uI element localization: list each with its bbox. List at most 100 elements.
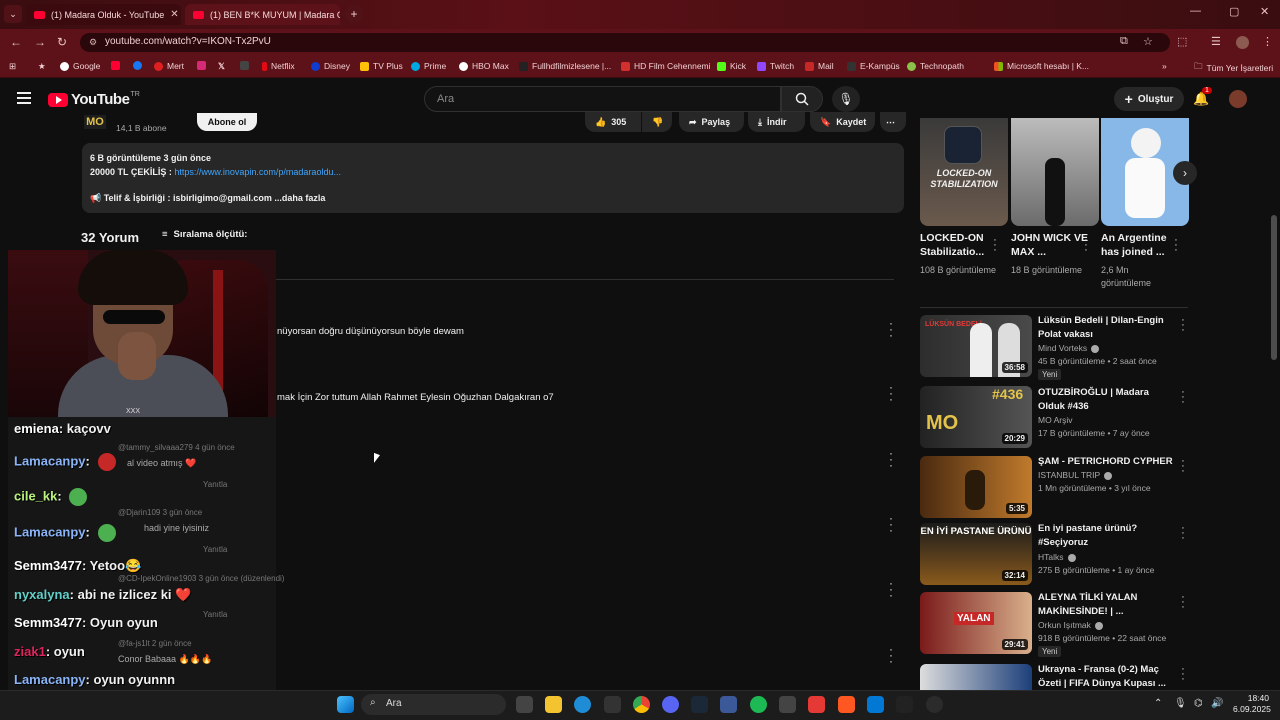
reply-button[interactable]: Yanıtla bbox=[203, 480, 227, 489]
bookmark-youtube[interactable] bbox=[111, 61, 124, 70]
bookmark-star-icon[interactable]: ☆ bbox=[1143, 35, 1153, 48]
video-title[interactable]: OTUZBİROĞLU | Madara Olduk #436 bbox=[1038, 386, 1176, 413]
dislike-button[interactable]: 👎 bbox=[642, 112, 672, 132]
like-button[interactable]: 👍 305 bbox=[585, 112, 641, 132]
tab-search-button[interactable]: ⌄ bbox=[4, 5, 22, 23]
subscribe-button[interactable]: Abone ol bbox=[197, 113, 257, 131]
bookmark-hdfilm[interactable]: HD Film Cehennemi bbox=[621, 61, 711, 71]
youtube-logo[interactable]: YouTube TR bbox=[48, 91, 140, 108]
video-menu-icon[interactable]: · · · bbox=[1180, 592, 1186, 613]
short-menu-icon[interactable]: · · · bbox=[992, 235, 998, 256]
profile-icon[interactable] bbox=[1236, 36, 1249, 49]
more-actions-button[interactable]: ⋯ bbox=[880, 112, 906, 132]
reading-list-icon[interactable]: ☰ bbox=[1211, 35, 1221, 48]
minimize-icon[interactable]: — bbox=[1190, 5, 1201, 17]
menu-dots-icon[interactable]: ⋮ bbox=[1262, 35, 1273, 48]
bookmark-twitch[interactable]: Twitch bbox=[757, 61, 794, 71]
bookmark-mert[interactable]: Mert bbox=[154, 61, 184, 71]
chrome-icon[interactable] bbox=[633, 696, 650, 713]
steam-icon[interactable] bbox=[691, 696, 708, 713]
address-bar[interactable]: ⚙ youtube.com/watch?v=IKON-Tx2PvU bbox=[80, 33, 1170, 52]
bookmark-kick[interactable]: Kick bbox=[717, 61, 746, 71]
file-explorer-icon[interactable] bbox=[545, 696, 562, 713]
browser-tab-2-active[interactable]: (1) BEN B*K MUYUM | Madara O ✕ bbox=[185, 4, 340, 25]
bookmark-facebook[interactable] bbox=[133, 61, 146, 70]
bookmark-microsoft[interactable]: Microsoft hesabı | K... bbox=[994, 61, 1089, 71]
search-input[interactable]: Ara bbox=[424, 86, 781, 112]
bookmark-item[interactable] bbox=[240, 61, 253, 70]
site-info-icon[interactable]: ⚙ bbox=[89, 37, 97, 48]
bookmark-mail[interactable]: Mail bbox=[805, 61, 834, 71]
shorts-next-icon[interactable]: › bbox=[1173, 161, 1197, 185]
reload-icon[interactable]: ↻ bbox=[57, 35, 67, 49]
create-button[interactable]: + Oluştur bbox=[1114, 87, 1184, 111]
video-description[interactable]: 6 B görüntüleme 3 gün önce 20000 TL ÇEKİ… bbox=[82, 143, 904, 213]
maximize-icon[interactable]: ▢ bbox=[1229, 5, 1239, 18]
windows-start-icon[interactable] bbox=[337, 696, 354, 713]
video-channel[interactable]: HTalks bbox=[1038, 552, 1076, 562]
bookmark-google[interactable]: Google bbox=[60, 61, 100, 71]
reply-button[interactable]: Yanıtla bbox=[203, 610, 227, 619]
short-menu-icon[interactable]: · · · bbox=[1173, 235, 1179, 256]
save-button[interactable]: 🔖 Kaydet bbox=[810, 112, 875, 132]
apps-grid-icon[interactable]: ⊞ bbox=[9, 61, 16, 72]
browser-tab-1[interactable]: (1) Madara Olduk - YouTube ✕ bbox=[26, 4, 181, 25]
bookmark-x[interactable]: 𝕏 bbox=[218, 61, 225, 72]
short-title[interactable]: JOHN WICK VE MAX ... bbox=[1011, 231, 1089, 259]
bookmark-tvplus[interactable]: TV Plus bbox=[360, 61, 403, 71]
spotify-icon[interactable] bbox=[750, 696, 767, 713]
star-bookmark-icon[interactable]: ★ bbox=[38, 61, 46, 72]
video-channel[interactable]: MO Arşiv bbox=[1038, 415, 1072, 425]
bookmark-ekampus[interactable]: E-Kampüs bbox=[847, 61, 900, 71]
obs-icon[interactable] bbox=[926, 696, 943, 713]
task-view-icon[interactable] bbox=[516, 696, 533, 713]
comment-menu-icon[interactable]: · · · bbox=[887, 447, 895, 471]
voice-search-icon[interactable]: 🎙 bbox=[832, 86, 860, 112]
video-title[interactable]: Ukrayna - Fransa (0-2) Maç Özeti | FIFA … bbox=[1038, 663, 1176, 690]
video-menu-icon[interactable]: · · · bbox=[1180, 523, 1186, 544]
tray-overflow-icon[interactable]: ⌃ bbox=[1154, 698, 1162, 709]
bookmark-disney[interactable]: Disney bbox=[311, 61, 350, 71]
notifications-bell-icon[interactable]: 🔔 1 bbox=[1193, 87, 1212, 107]
video-channel[interactable]: Orkun Işıtmak bbox=[1038, 620, 1103, 630]
bookmark-technopath[interactable]: Technopath bbox=[907, 61, 964, 71]
channel-avatar[interactable]: MO bbox=[84, 115, 106, 129]
comment-menu-icon[interactable]: · · · bbox=[887, 317, 895, 341]
short-title[interactable]: An Argentine has joined ... bbox=[1101, 231, 1179, 259]
giveaway-link[interactable]: https://www.inovapin.com/p/madaraoldu... bbox=[174, 167, 341, 177]
video-thumbnail[interactable]: LÜKSÜN BEDELİ 36:58 bbox=[920, 315, 1032, 377]
discord-icon[interactable] bbox=[662, 696, 679, 713]
bookmark-instagram[interactable] bbox=[197, 61, 210, 70]
comment-menu-icon[interactable]: · · · bbox=[887, 643, 895, 667]
video-title[interactable]: ALEYNA TİLKİ YALAN MAKİNESİNDE! | ... bbox=[1038, 591, 1176, 618]
volume-icon[interactable]: 🔊 bbox=[1211, 698, 1223, 709]
short-thumbnail[interactable] bbox=[1011, 118, 1099, 226]
search-button[interactable] bbox=[781, 86, 823, 112]
download-button[interactable]: ⤓ İndir bbox=[748, 112, 805, 132]
video-menu-icon[interactable]: · · · bbox=[1180, 456, 1186, 477]
sort-comments-button[interactable]: ≡ Sıralama ölçütü: bbox=[162, 229, 247, 240]
back-icon[interactable]: ← bbox=[10, 35, 22, 49]
microphone-icon[interactable]: 🎙 bbox=[1174, 698, 1187, 709]
taskbar-clock[interactable]: 18:40 6.09.2025 bbox=[1233, 693, 1271, 715]
video-channel[interactable]: ISTANBUL TRIP bbox=[1038, 470, 1113, 480]
app-icon[interactable] bbox=[720, 696, 737, 713]
app-icon[interactable] bbox=[838, 696, 855, 713]
video-menu-icon[interactable]: · · · bbox=[1180, 387, 1186, 408]
short-title[interactable]: LOCKED-ON Stabilizatio... bbox=[920, 231, 998, 259]
comment-menu-icon[interactable]: · · · bbox=[887, 381, 895, 405]
close-window-icon[interactable]: ✕ bbox=[1260, 5, 1269, 18]
hamburger-menu-icon[interactable] bbox=[17, 92, 31, 107]
bookmark-fullhd[interactable]: Fullhdfilmizlesene |... bbox=[519, 61, 611, 71]
video-menu-icon[interactable]: · · · bbox=[1180, 315, 1186, 336]
reply-button[interactable]: Yanıtla bbox=[203, 545, 227, 554]
install-app-icon[interactable]: ⧉ bbox=[1120, 35, 1128, 48]
video-channel[interactable]: Mind Vorteks bbox=[1038, 343, 1100, 353]
extensions-icon[interactable]: ⬚ bbox=[1177, 35, 1187, 48]
app-icon[interactable] bbox=[779, 696, 796, 713]
more-bookmarks-icon[interactable]: » bbox=[1162, 61, 1167, 71]
all-bookmarks-folder[interactable]: 🗀 Tüm Yer İşaretleri bbox=[1194, 61, 1273, 75]
short-menu-icon[interactable]: · · · bbox=[1083, 235, 1089, 256]
video-title[interactable]: Lüksün Bedeli | Dilan-Engin Polat vakası bbox=[1038, 314, 1176, 341]
video-thumbnail[interactable] bbox=[920, 664, 1032, 690]
